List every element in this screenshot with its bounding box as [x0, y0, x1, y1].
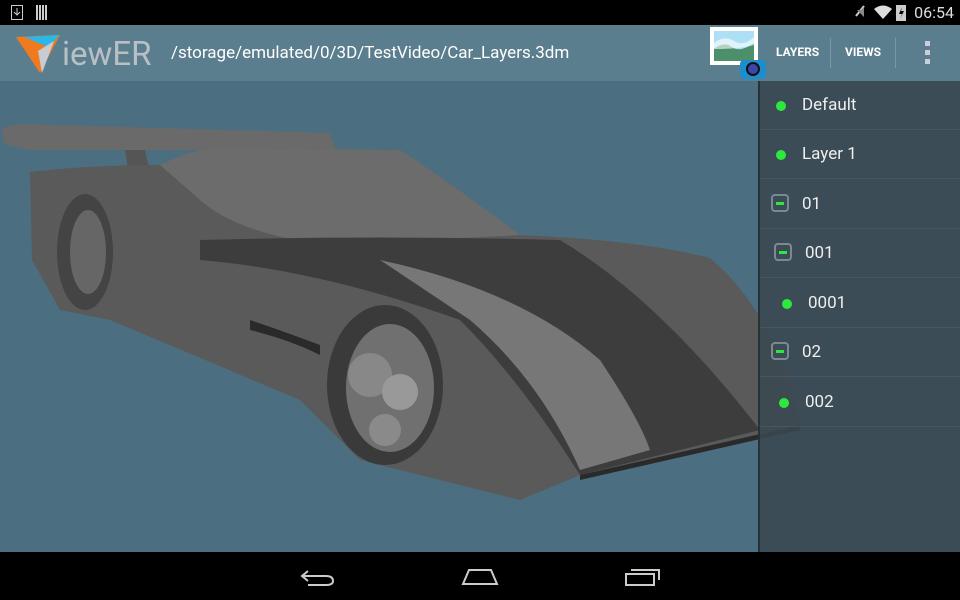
- logo-v-icon: [16, 35, 60, 73]
- status-bar: 06:54: [0, 0, 960, 25]
- screenshot-button[interactable]: [710, 27, 766, 79]
- layer-row-01[interactable]: 01: [760, 180, 960, 229]
- camera-icon: [740, 60, 766, 79]
- divider: [895, 38, 896, 68]
- layer-row-0001[interactable]: 0001: [760, 279, 960, 328]
- layer-label: 01: [802, 194, 822, 214]
- layer-row-default[interactable]: Default: [760, 81, 960, 130]
- layers-panel: Default Layer 1 01 001 0001 02 002: [758, 81, 960, 552]
- layer-label: Layer 1: [802, 144, 857, 164]
- file-path: /storage/emulated/0/3D/TestVideo/Car_Lay…: [171, 43, 570, 63]
- mute-icon: [855, 5, 865, 17]
- recents-icon[interactable]: [625, 568, 661, 586]
- layer-label: 002: [805, 392, 834, 412]
- layer-visible-dot-icon[interactable]: [776, 101, 786, 111]
- action-bar: iewER /storage/emulated/0/3D/TestVideo/C…: [0, 25, 960, 81]
- home-icon[interactable]: [461, 568, 499, 586]
- layer-row-layer-1[interactable]: Layer 1: [760, 130, 960, 179]
- overflow-menu-icon[interactable]: [924, 41, 932, 65]
- battery-charging-icon: [896, 5, 906, 21]
- layer-row-002[interactable]: 002: [760, 378, 960, 427]
- layer-label: 0001: [808, 293, 847, 313]
- layer-label: Default: [802, 95, 857, 115]
- layer-row-001[interactable]: 001: [760, 229, 960, 278]
- divider: [830, 38, 831, 68]
- layer-label: 001: [805, 243, 834, 263]
- collapse-icon[interactable]: [774, 243, 792, 261]
- collapse-icon[interactable]: [771, 194, 789, 212]
- layer-visible-dot-icon[interactable]: [776, 150, 786, 160]
- download-icon: [11, 5, 23, 20]
- layer-visible-dot-icon[interactable]: [782, 299, 792, 309]
- app-name: iewER: [62, 35, 152, 74]
- barcode-icon: [36, 5, 47, 20]
- back-icon[interactable]: [300, 567, 336, 587]
- views-tab[interactable]: VIEWS: [845, 45, 881, 59]
- navigation-bar: [0, 552, 960, 600]
- clock: 06:54: [914, 3, 954, 22]
- collapse-icon[interactable]: [771, 342, 789, 360]
- layer-row-02[interactable]: 02: [760, 328, 960, 377]
- layer-visible-dot-icon[interactable]: [779, 398, 789, 408]
- layer-label: 02: [802, 342, 822, 362]
- app-logo[interactable]: iewER: [14, 31, 164, 75]
- wifi-icon: [874, 5, 892, 19]
- layers-tab[interactable]: LAYERS: [776, 45, 819, 59]
